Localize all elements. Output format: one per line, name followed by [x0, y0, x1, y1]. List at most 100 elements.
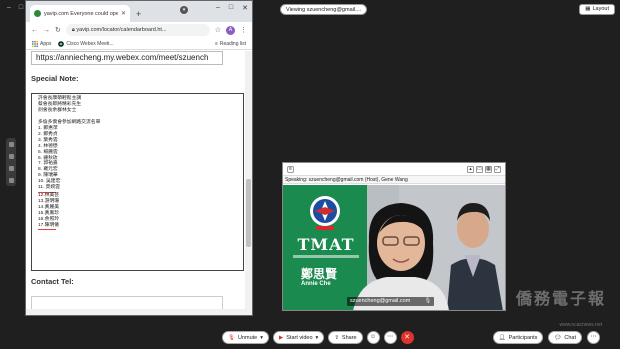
new-tab-icon[interactable]: +: [136, 9, 141, 19]
shared-browser-window: yavip.com Everyone could ope ✕ + ▾ – □ ✕…: [25, 0, 253, 316]
reading-list-icon: ≡: [214, 40, 218, 47]
chat-label: Chat: [564, 334, 576, 341]
text-tool-icon[interactable]: [8, 165, 14, 171]
contact-tel-input[interactable]: [31, 296, 223, 310]
scrollbar-thumb[interactable]: [246, 179, 251, 247]
participants-label: Participants: [508, 334, 538, 341]
special-note-label: Special Note:: [31, 74, 79, 83]
annotation-toolbar: [6, 138, 16, 186]
collapse-icon[interactable]: ▴: [467, 165, 474, 173]
bookmark-label: Apps: [40, 40, 52, 47]
viewing-label: Viewing szuencheng@gmail....: [286, 7, 362, 13]
participants-icon: 👤︎: [498, 334, 506, 341]
bookmark-label: Cisco Webex Meeti...: [66, 40, 114, 47]
chat-button[interactable]: 💬︎ Chat: [548, 331, 582, 344]
share-button[interactable]: ⇪ Share: [328, 331, 363, 344]
more-menu-icon[interactable]: ⋮: [240, 26, 247, 34]
start-video-label: Start video: [286, 334, 313, 341]
profile-avatar[interactable]: A: [226, 25, 235, 35]
tab-title: yavip.com Everyone could ope: [44, 10, 118, 17]
panel-menu-icon[interactable]: ≡: [287, 165, 294, 173]
share-icon: ⇪: [334, 334, 339, 341]
webex-icon: [58, 40, 65, 47]
chevron-down-icon[interactable]: ▾: [260, 335, 263, 341]
bookmarks-bar: Apps Cisco Webex Meeti... ≡ Reading list: [26, 38, 252, 50]
banner-english-name: Annie Che: [301, 281, 331, 287]
address-bar-row: ← → ↻ 🔒︎ yavip.com/locator/calendarboard…: [26, 22, 252, 38]
speaking-indicator: Speaking: szuencheng@gmail.com (Host), G…: [283, 175, 505, 184]
url-text: yavip.com/locator/calendarboard.ht...: [76, 27, 167, 33]
page-content: https://anniecheng.my.webex.com/meet/szu…: [26, 51, 252, 315]
tmat-emblem-icon: [310, 196, 340, 230]
bookmark-webex[interactable]: Cisco Webex Meeti...: [58, 40, 114, 47]
tab-bar: yavip.com Everyone could ope ✕ + ▾ – □ ✕: [26, 1, 252, 22]
special-note-textarea[interactable]: 許會長康碩輕鬆主講 蔡會長即將精彩先生 劍會長余群林女士 多倫多僑會參加網路交流…: [31, 93, 244, 271]
participant-video[interactable]: TMAT 鄭思賢 Annie Che szuencheng@gmail.com …: [283, 185, 505, 310]
video-panel-header: ≡ ▴ ▭ ▦ ⤢: [283, 163, 505, 175]
viewing-indicator[interactable]: Viewing szuencheng@gmail....: [280, 4, 368, 15]
meeting-link-field[interactable]: https://anniecheng.my.webex.com/meet/szu…: [31, 51, 223, 65]
reload-icon[interactable]: ↻: [55, 26, 61, 34]
banner-chinese-name: 鄭思賢: [301, 267, 338, 281]
video-panel: ≡ ▴ ▭ ▦ ⤢ Speaking: szuencheng@gmail.com…: [282, 162, 506, 311]
minimize-icon[interactable]: –: [5, 4, 13, 12]
expand-icon[interactable]: ⤢: [494, 165, 501, 173]
layout-button[interactable]: ▦ Layout: [579, 4, 615, 15]
muted-mic-icon: 🎙︎: [228, 334, 235, 341]
chat-icon: 💬︎: [554, 334, 562, 341]
red-underline: [38, 229, 56, 231]
watermark-logo: 僑務電子報: [515, 291, 606, 308]
bookmark-apps[interactable]: Apps: [32, 40, 52, 47]
meeting-toolbar: 🎙︎ Unmute ▾ ▶ Start video ▾ ⇪ Share ☺ ⋯ …: [0, 327, 620, 349]
participants-button[interactable]: 👤︎ Participants: [492, 331, 544, 344]
horizontal-scrollbar[interactable]: [26, 309, 245, 315]
speakers-image: [353, 185, 505, 310]
url-field[interactable]: 🔒︎ yavip.com/locator/calendarboard.ht...: [65, 24, 210, 36]
eraser-tool-icon[interactable]: [8, 177, 14, 183]
stage-view-icon[interactable]: ▭: [476, 165, 483, 173]
participant-name: szuencheng@gmail.com: [350, 298, 411, 304]
maximize-icon[interactable]: □: [17, 4, 25, 12]
lock-icon: 🔒︎: [71, 27, 75, 33]
meeting-link-text: https://anniecheng.my.webex.com/meet/szu…: [36, 53, 209, 62]
attendee-line: 11. 莫婉雲: [38, 185, 61, 191]
contact-tel-label: Contact Tel:: [31, 277, 74, 286]
unmute-label: Unmute: [237, 334, 258, 341]
restore-icon[interactable]: □: [229, 4, 233, 12]
pointer-tool-icon[interactable]: [8, 141, 14, 147]
bookmark-label: Reading list: [219, 40, 246, 47]
grid-icon: ▦: [585, 6, 591, 12]
leave-meeting-button[interactable]: ✕: [400, 331, 414, 344]
chevron-down-icon[interactable]: ▾: [316, 335, 319, 341]
browser-window-controls: – □ ✕: [216, 4, 248, 12]
video-off-icon: ▶: [279, 334, 284, 341]
attendee-line: 17.陳明儀: [38, 223, 60, 228]
more-panels-icon[interactable]: ⋯: [587, 331, 600, 344]
start-video-button[interactable]: ▶ Start video ▾: [273, 331, 325, 344]
panel-toggles: 👤︎ Participants 💬︎ Chat ⋯: [492, 331, 600, 344]
forward-icon[interactable]: →: [43, 27, 50, 34]
grid-view-icon[interactable]: ▦: [485, 165, 492, 173]
microphone-icon: 🎙︎: [424, 298, 432, 304]
share-label: Share: [341, 334, 357, 341]
panel-view-buttons: ▴ ▭ ▦ ⤢: [467, 165, 501, 173]
tab-search-icon[interactable]: ▾: [180, 6, 188, 14]
meeting-controls: 🎙︎ Unmute ▾ ▶ Start video ▾ ⇪ Share ☺ ⋯ …: [222, 331, 414, 344]
layout-label: Layout: [592, 6, 609, 12]
bookmark-reading-list[interactable]: ≡ Reading list: [215, 41, 246, 47]
vertical-scrollbar[interactable]: [245, 51, 252, 315]
pen-tool-icon[interactable]: [8, 153, 14, 159]
star-icon[interactable]: ☆: [215, 26, 221, 34]
apps-grid-icon: [32, 40, 38, 47]
participant-name-tag: szuencheng@gmail.com 🎙︎: [347, 297, 435, 306]
unmute-button[interactable]: 🎙︎ Unmute ▾: [222, 331, 270, 344]
window-controls: – □: [5, 4, 25, 12]
back-icon[interactable]: ←: [31, 27, 38, 34]
close-tab-icon[interactable]: ✕: [121, 10, 126, 17]
browser-tab[interactable]: yavip.com Everyone could ope ✕: [30, 5, 130, 22]
site-favicon-icon: [34, 10, 41, 17]
reactions-icon[interactable]: ☺: [366, 331, 380, 344]
minimize-icon[interactable]: –: [216, 4, 220, 12]
more-options-icon[interactable]: ⋯: [383, 331, 397, 344]
close-icon[interactable]: ✕: [242, 4, 248, 12]
